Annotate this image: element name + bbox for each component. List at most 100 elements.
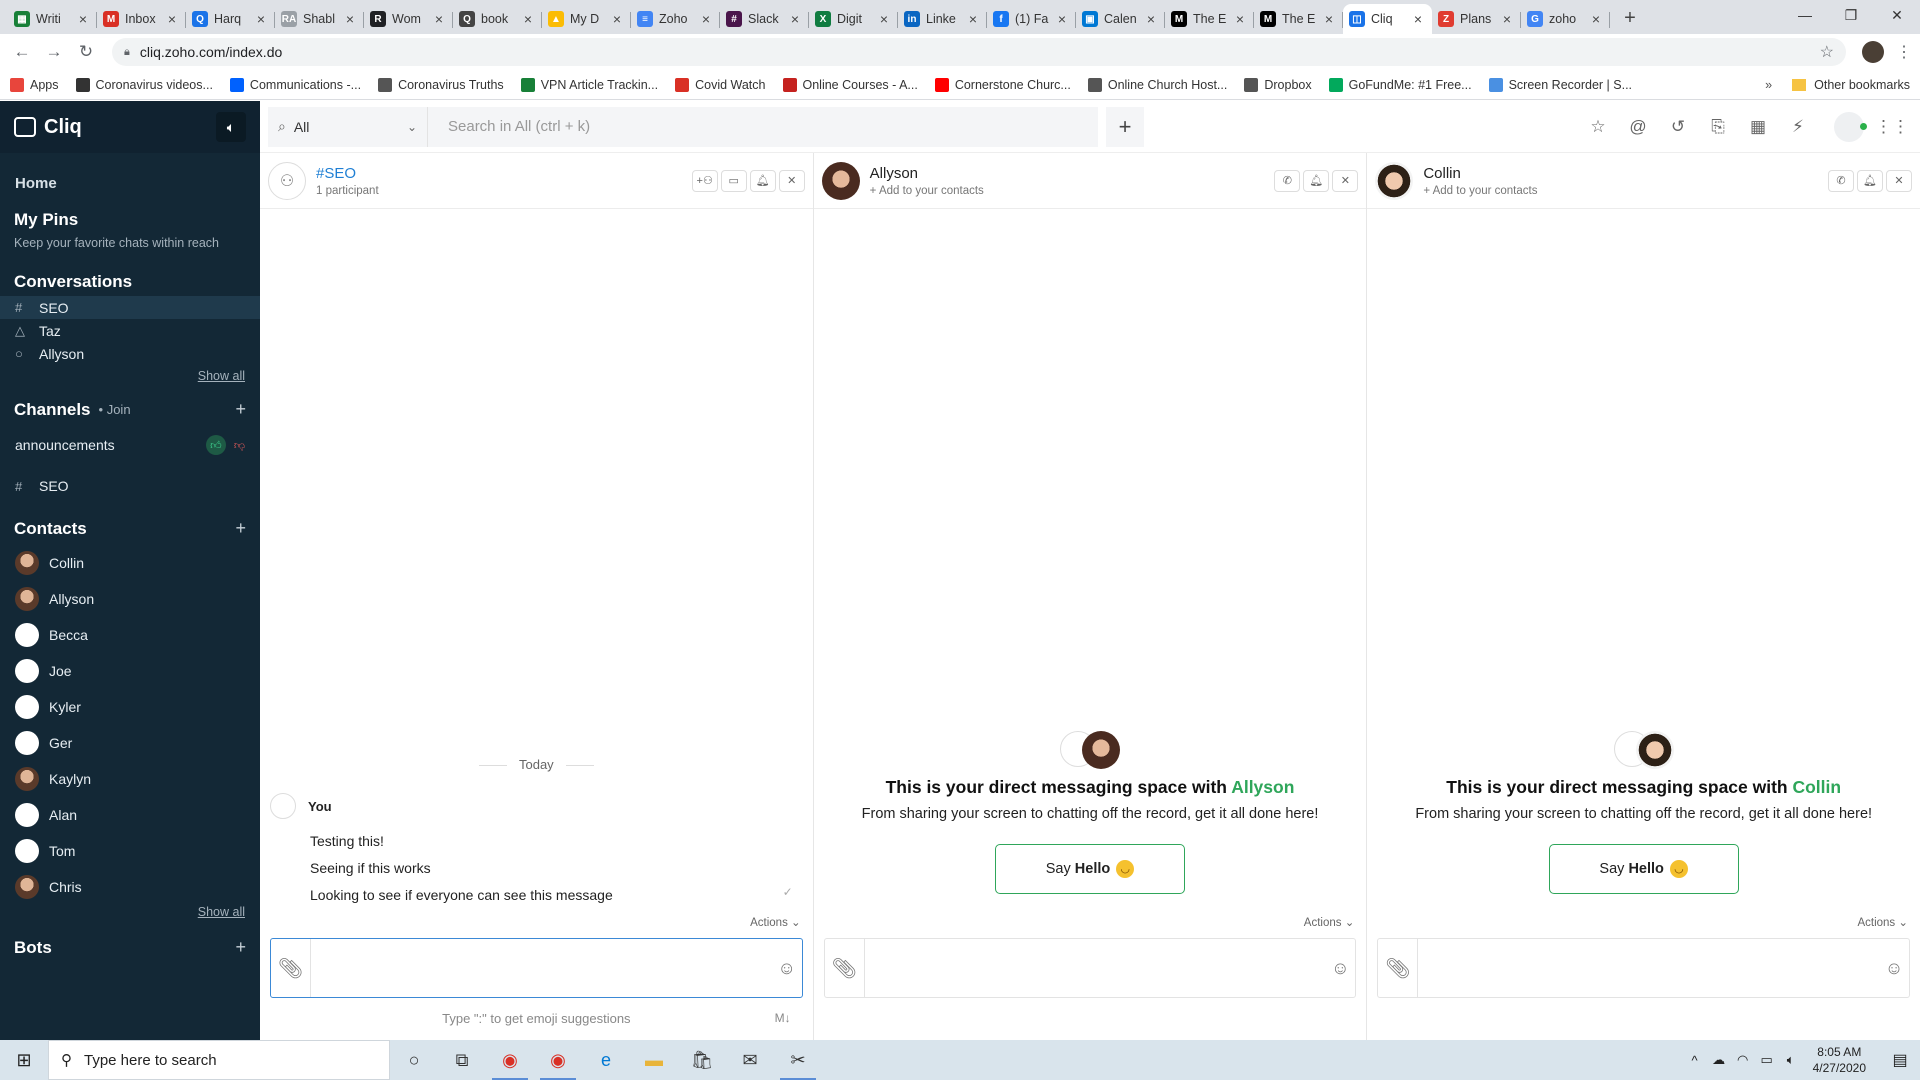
browser-tab[interactable]: R Wom × [364,4,453,34]
address-bar[interactable]: 🔒︎ cliq.zoho.com/index.do ☆ [112,38,1846,66]
browser-tab[interactable]: M The E × [1254,4,1343,34]
add-member-icon[interactable]: +⚇ [691,169,718,192]
browser-tab[interactable]: Gzoho × [1521,4,1610,34]
close-icon[interactable]: ✕ [1332,169,1359,192]
bookmark-item[interactable]: Online Church Host... [1087,77,1227,92]
author-name[interactable]: You [308,799,332,814]
close-icon[interactable]: ✕ [778,169,805,192]
message[interactable]: Looking to see if everyone can see this … [310,881,803,908]
emoji-icon[interactable]: ☺ [772,958,802,979]
bell-icon[interactable]: 🔔︎ [1857,169,1884,192]
bookmark-item[interactable]: Covid Watch [675,77,766,92]
search-scope-dropdown[interactable]: ⌕ All ⌄ [268,106,428,147]
add-button[interactable]: + [1106,106,1144,147]
close-tab-icon[interactable]: × [1232,11,1248,27]
browser-tab[interactable]: in Linke × [898,4,987,34]
paperclip-icon[interactable]: 📎︎ [1378,939,1419,997]
close-tab-icon[interactable]: × [698,11,714,27]
battery-icon[interactable]: ▭ [1755,1052,1779,1068]
close-tab-icon[interactable]: × [1410,11,1426,27]
browser-tab[interactable]: RA Shabl × [275,4,364,34]
browser-tab[interactable]: Z Plans × [1432,4,1521,34]
actions-dropdown[interactable]: Actions ⌄ [1304,915,1355,929]
sidebar-item-conversation[interactable]: # SEO [0,296,260,319]
speaker-icon[interactable]: 🔈︎ [216,112,246,142]
bell-icon[interactable]: 🔔︎ [1303,169,1330,192]
conversations-title[interactable]: Conversations [14,272,246,292]
bookmark-item[interactable]: Screen Recorder | S... [1488,77,1632,92]
reload-icon[interactable]: ↻ [72,38,100,66]
file-explorer-icon[interactable]: ▬ [630,1040,678,1080]
mail-icon[interactable]: ✉ [726,1040,774,1080]
bell-icon[interactable]: 🔔︎ [749,169,776,192]
profile-avatar[interactable] [1862,41,1884,63]
close-tab-icon[interactable]: × [253,11,269,27]
markdown-icon[interactable]: M↓ [775,1011,791,1025]
close-tab-icon[interactable]: × [342,11,358,27]
close-tab-icon[interactable]: × [609,11,625,27]
say-hello-button[interactable]: Say Hello ◡ [1548,844,1739,894]
bookmark-item[interactable]: Coronavirus videos... [75,77,213,92]
back-arrow-icon[interactable]: ← [8,38,36,66]
cliq-logo[interactable]: Cliq [14,116,82,139]
close-tab-icon[interactable]: × [520,11,536,27]
close-tab-icon[interactable]: × [1321,11,1337,27]
sidebar-item-contact[interactable]: Ger [0,725,260,761]
task-view-icon[interactable]: ⧉ [438,1040,486,1080]
close-window-icon[interactable]: ✕ [1874,0,1920,30]
actions-dropdown[interactable]: Actions ⌄ [750,915,801,929]
calendar-icon[interactable]: ▦ [1738,117,1778,137]
taskbar-clock[interactable]: 8:05 AM 4/27/2020 [1813,1044,1866,1076]
sidebar-home[interactable]: Home [0,153,260,202]
volume-icon[interactable]: 🔈︎ [1779,1052,1803,1068]
phone-icon[interactable]: ✆ [1274,169,1301,192]
sidebar-item-contact[interactable]: Kyler [0,689,260,725]
add-contact-plus-icon[interactable]: + [235,518,246,539]
bookmark-item[interactable]: Dropbox [1244,77,1312,92]
paperclip-icon[interactable]: 📎︎ [271,939,311,997]
cortana-icon[interactable]: ○ [390,1040,438,1080]
add-to-contacts-link[interactable]: + Add to your contacts [870,185,984,197]
history-icon[interactable]: ↺ [1658,117,1698,137]
browser-tab[interactable]: # Slack × [720,4,809,34]
video-call-icon[interactable]: ▭ [720,169,747,192]
message-input[interactable] [864,940,1326,996]
pins-title[interactable]: My Pins [14,210,246,230]
sidebar-item-contact[interactable]: Allyson [0,581,260,617]
bookmark-item[interactable]: GoFundMe: #1 Free... [1328,77,1472,92]
browser-tab[interactable]: ◫ Cliq × [1343,4,1432,34]
browser-menu-icon[interactable]: ⋮ [1896,42,1912,62]
say-hello-button[interactable]: Say Hello ◡ [995,844,1185,894]
close-tab-icon[interactable]: × [75,11,91,27]
other-bookmarks[interactable]: Other bookmarks [1814,78,1910,92]
chrome-icon[interactable]: ◉ [534,1040,582,1080]
sidebar-item-conversation[interactable]: ○ Allyson [0,342,260,365]
browser-tab[interactable]: M Inbox × [97,4,186,34]
close-tab-icon[interactable]: × [876,11,892,27]
sidebar-item-channel-seo[interactable]: # SEO [0,472,260,500]
snipping-tool-icon[interactable]: ✂ [774,1040,822,1080]
star-icon[interactable]: ☆ [1578,117,1618,137]
add-bot-plus-icon[interactable]: + [235,937,246,958]
chat-title[interactable]: #SEO [316,165,379,182]
contacts-show-all[interactable]: Show all [0,905,260,919]
browser-tab[interactable]: ≡ Zoho × [631,4,720,34]
close-icon[interactable]: ✕ [1886,169,1913,192]
close-tab-icon[interactable]: × [1054,11,1070,27]
minimize-icon[interactable]: — [1782,0,1828,30]
sidebar-item-contact[interactable]: Becca [0,617,260,653]
participant-count[interactable]: 1 participant [316,185,379,197]
emoji-icon[interactable]: ☺ [1879,958,1909,979]
windows-start-icon[interactable]: ⊞ [0,1040,48,1080]
browser-tab[interactable]: ▦ Writi × [8,4,97,34]
browser-tab[interactable]: ▣ Calen × [1076,4,1165,34]
bookmark-item[interactable]: Communications -... [229,77,361,92]
user-status-avatar[interactable] [1834,111,1867,142]
browser-tab[interactable]: Q Harq × [186,4,275,34]
more-bookmarks-chevron-icon[interactable]: » [1765,78,1772,92]
sidebar-item-contact[interactable]: Tom [0,833,260,869]
phone-icon[interactable]: ✆ [1828,169,1855,192]
onedrive-icon[interactable]: ☁ [1707,1052,1731,1068]
edge-icon[interactable]: e [582,1040,630,1080]
chat-title[interactable]: Allyson [870,165,984,182]
